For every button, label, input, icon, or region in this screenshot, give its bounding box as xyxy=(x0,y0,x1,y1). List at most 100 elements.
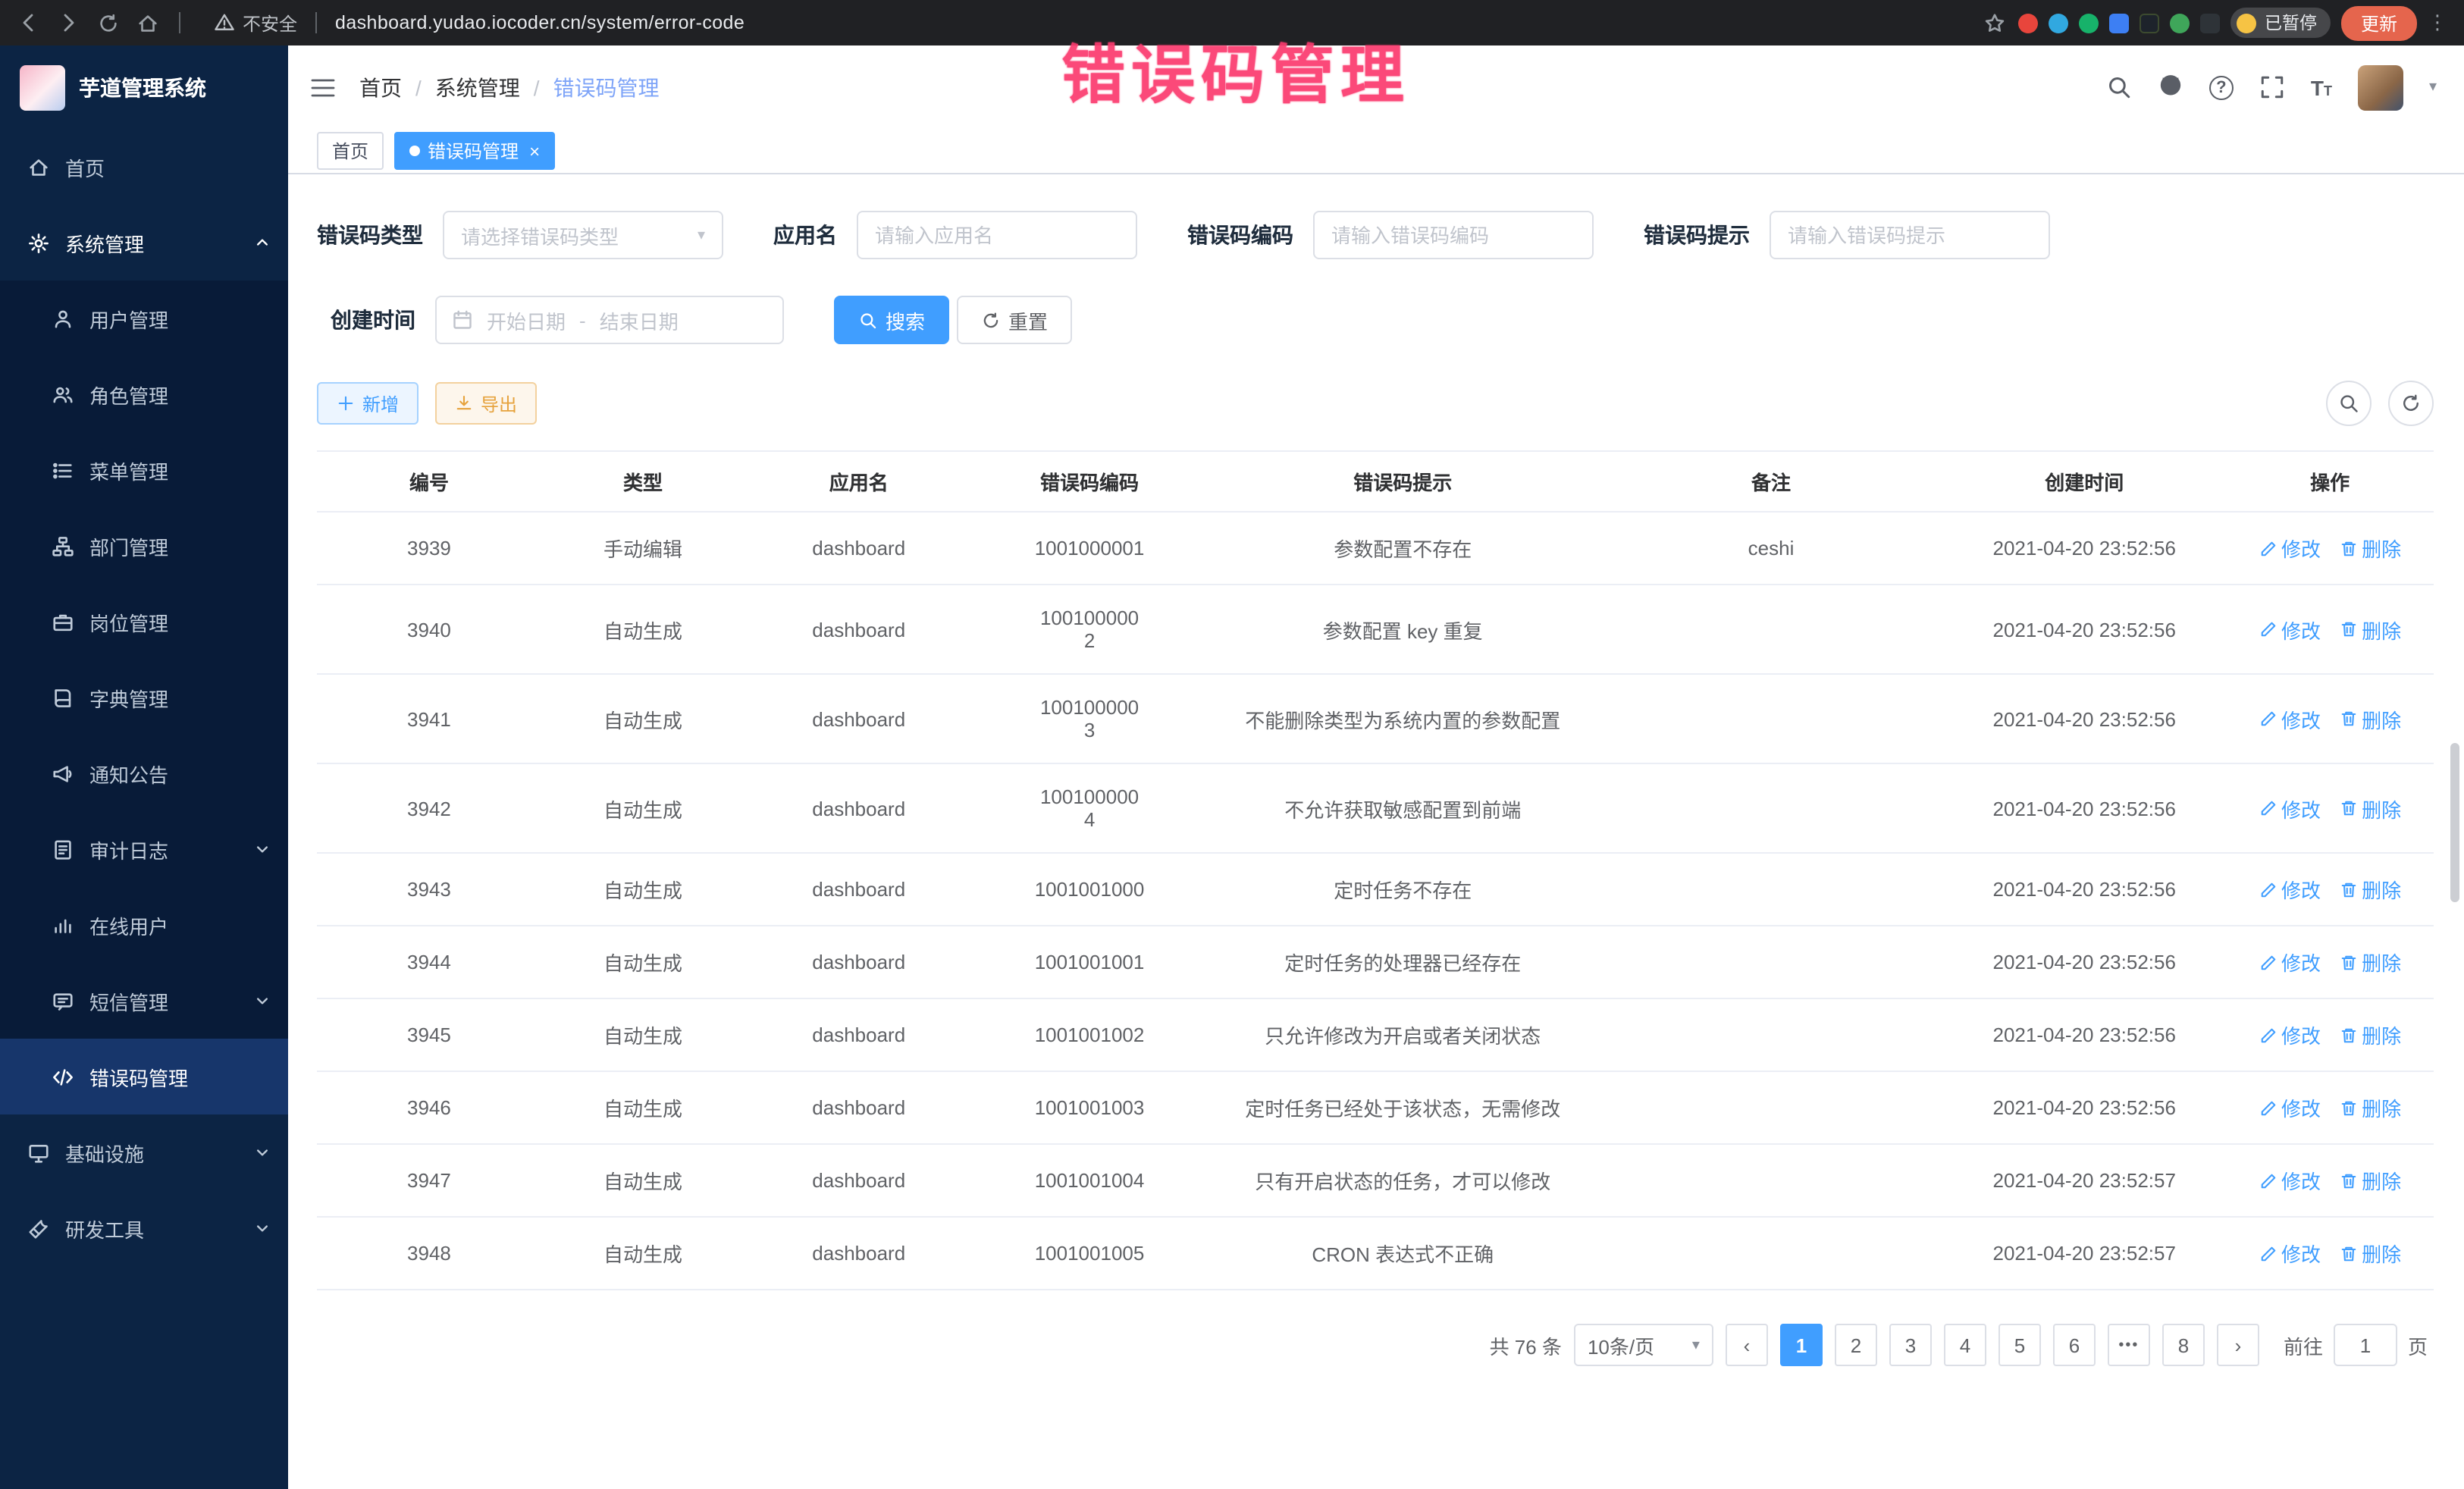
sidebar-item-department-management[interactable]: 部门管理 xyxy=(0,508,288,584)
github-icon[interactable] xyxy=(2158,71,2183,104)
sidebar-item-dev-tools[interactable]: 研发工具 xyxy=(0,1190,288,1266)
error-type-select[interactable]: 请选择错误码类型 ▾ xyxy=(443,211,723,259)
delete-label: 删除 xyxy=(2362,534,2401,563)
more-pages-button[interactable]: ••• xyxy=(2108,1324,2150,1366)
delete-link[interactable]: 删除 xyxy=(2339,1020,2401,1049)
edit-link[interactable]: 修改 xyxy=(2259,615,2321,644)
sidebar-item-error-code-management[interactable]: 错误码管理 xyxy=(0,1039,288,1114)
search-icon[interactable] xyxy=(2106,74,2132,100)
search-button[interactable]: 搜索 xyxy=(834,296,949,344)
edit-link[interactable]: 修改 xyxy=(2259,794,2321,823)
extension-icon[interactable] xyxy=(2140,13,2160,33)
create-time-range-picker[interactable]: 开始日期 - 结束日期 xyxy=(435,296,784,344)
sidebar-item-online-users[interactable]: 在线用户 xyxy=(0,887,288,963)
sidebar-item-dictionary-management[interactable]: 字典管理 xyxy=(0,660,288,735)
home-icon[interactable] xyxy=(133,9,161,36)
prev-page-button[interactable]: ‹ xyxy=(1726,1324,1768,1366)
delete-link[interactable]: 删除 xyxy=(2339,1166,2401,1195)
cell-hint: 定时任务已经处于该状态，无需修改 xyxy=(1206,1072,1600,1143)
extension-icon[interactable] xyxy=(2171,13,2190,33)
sidebar-item-audit-log[interactable]: 审计日志 xyxy=(0,811,288,887)
browser-update-button[interactable]: 更新 xyxy=(2341,5,2417,40)
column-header-type: 类型 xyxy=(541,452,745,511)
chevron-down-icon[interactable]: ▾ xyxy=(2429,79,2437,96)
sidebar-fold-icon[interactable] xyxy=(309,75,337,99)
browser-menu-icon[interactable]: ⋮ xyxy=(2428,11,2449,35)
edit-link[interactable]: 修改 xyxy=(2259,1020,2321,1049)
page-button-3[interactable]: 3 xyxy=(1889,1324,1932,1366)
reload-icon[interactable] xyxy=(94,9,121,36)
goto-page-input[interactable] xyxy=(2334,1324,2397,1366)
menu-list-icon xyxy=(52,459,74,481)
page-button-6[interactable]: 6 xyxy=(2053,1324,2096,1366)
sidebar-item-post-management[interactable]: 岗位管理 xyxy=(0,584,288,660)
page-button-5[interactable]: 5 xyxy=(1998,1324,2041,1366)
edit-label: 修改 xyxy=(2281,794,2321,823)
back-icon[interactable] xyxy=(15,9,42,36)
edit-link[interactable]: 修改 xyxy=(2259,1239,2321,1268)
sidebar-item-infrastructure[interactable]: 基础设施 xyxy=(0,1114,288,1190)
site-security[interactable]: 不安全 xyxy=(214,10,297,36)
app-logo[interactable]: 芋道管理系统 xyxy=(0,45,288,129)
edit-link[interactable]: 修改 xyxy=(2259,534,2321,563)
delete-link[interactable]: 删除 xyxy=(2339,1239,2401,1268)
bookmark-star-icon[interactable] xyxy=(1981,9,2008,36)
sidebar-item-label: 错误码管理 xyxy=(89,1062,188,1091)
extension-icon[interactable] xyxy=(2049,13,2069,33)
edit-link[interactable]: 修改 xyxy=(2259,875,2321,904)
page-button-4[interactable]: 4 xyxy=(1944,1324,1986,1366)
delete-link[interactable]: 删除 xyxy=(2339,704,2401,733)
tab-error-code-management[interactable]: 错误码管理 × xyxy=(394,132,555,170)
breadcrumb-home[interactable]: 首页 xyxy=(359,72,402,102)
delete-link[interactable]: 删除 xyxy=(2339,794,2401,823)
show-search-toggle-button[interactable] xyxy=(2326,381,2372,426)
extension-icon[interactable] xyxy=(2110,13,2130,33)
sidebar-item-user-management[interactable]: 用户管理 xyxy=(0,281,288,356)
sidebar-item-sms-management[interactable]: 短信管理 xyxy=(0,963,288,1039)
calendar-icon xyxy=(452,309,473,331)
delete-label: 删除 xyxy=(2362,948,2401,976)
sidebar-item-system-management[interactable]: 系统管理 xyxy=(0,205,288,281)
sidebar-item-home[interactable]: 首页 xyxy=(0,129,288,205)
add-button[interactable]: 新增 xyxy=(317,382,419,425)
error-hint-input[interactable] xyxy=(1770,211,2050,259)
breadcrumb-system[interactable]: 系统管理 xyxy=(435,72,520,102)
sidebar-item-notice[interactable]: 通知公告 xyxy=(0,735,288,811)
sidebar-item-role-management[interactable]: 角色管理 xyxy=(0,356,288,432)
error-code-input[interactable] xyxy=(1313,211,1594,259)
page-button-1[interactable]: 1 xyxy=(1780,1324,1823,1366)
profile-paused-badge[interactable]: 已暂停 xyxy=(2231,8,2331,38)
edit-link[interactable]: 修改 xyxy=(2259,948,2321,976)
reset-button[interactable]: 重置 xyxy=(957,296,1072,344)
page-button-2[interactable]: 2 xyxy=(1835,1324,1877,1366)
edit-link[interactable]: 修改 xyxy=(2259,704,2321,733)
tab-home[interactable]: 首页 xyxy=(317,132,384,170)
page-size-select[interactable]: 10条/页 ▾ xyxy=(1574,1324,1713,1366)
delete-link[interactable]: 删除 xyxy=(2339,615,2401,644)
app-name-input[interactable] xyxy=(857,211,1137,259)
pencil-icon xyxy=(2259,799,2277,817)
pencil-icon xyxy=(2259,880,2277,898)
delete-link[interactable]: 删除 xyxy=(2339,948,2401,976)
sidebar-item-menu-management[interactable]: 菜单管理 xyxy=(0,432,288,508)
page-button-8[interactable]: 8 xyxy=(2162,1324,2205,1366)
edit-link[interactable]: 修改 xyxy=(2259,1093,2321,1122)
extension-icon[interactable] xyxy=(2201,13,2221,33)
extension-icon[interactable] xyxy=(2080,13,2099,33)
export-button[interactable]: 导出 xyxy=(435,382,537,425)
edit-link[interactable]: 修改 xyxy=(2259,1166,2321,1195)
fullscreen-icon[interactable] xyxy=(2259,74,2285,100)
tab-close-icon[interactable]: × xyxy=(529,140,540,161)
font-size-icon[interactable]: TT xyxy=(2311,75,2332,99)
next-page-button[interactable]: › xyxy=(2217,1324,2259,1366)
extension-icon[interactable] xyxy=(2019,13,2039,33)
address-bar[interactable]: dashboard.yudao.iocoder.cn/system/error-… xyxy=(335,12,745,33)
refresh-table-button[interactable] xyxy=(2388,381,2434,426)
forward-icon[interactable] xyxy=(55,9,82,36)
scrollbar-thumb[interactable] xyxy=(2450,743,2459,902)
delete-link[interactable]: 删除 xyxy=(2339,534,2401,563)
delete-link[interactable]: 删除 xyxy=(2339,875,2401,904)
help-icon[interactable]: ? xyxy=(2209,75,2234,99)
delete-link[interactable]: 删除 xyxy=(2339,1093,2401,1122)
avatar[interactable] xyxy=(2358,64,2403,110)
